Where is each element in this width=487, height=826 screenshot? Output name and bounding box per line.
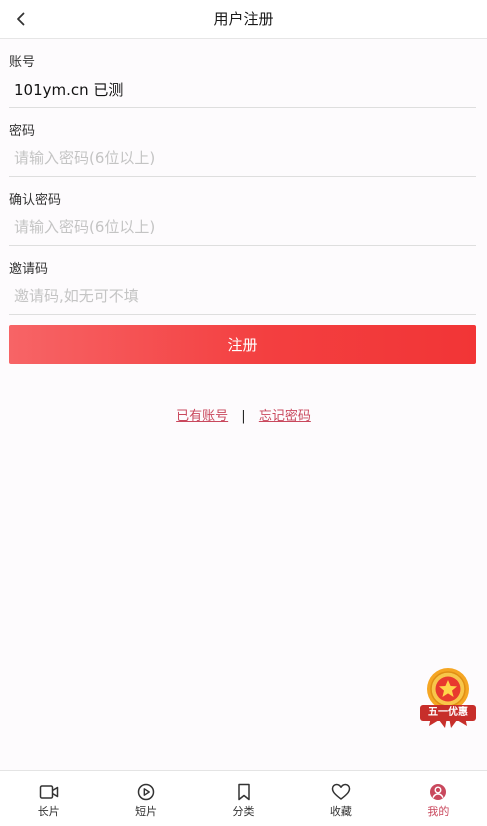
user-circle-icon: [430, 784, 447, 800]
link-separator: |: [241, 409, 246, 424]
forgot-password-link[interactable]: 忘记密码: [259, 409, 311, 424]
have-account-link[interactable]: 已有账号: [176, 409, 228, 424]
heart-icon: [331, 783, 351, 800]
tab-category[interactable]: 分类: [195, 771, 292, 826]
account-input[interactable]: [14, 76, 464, 102]
tab-label: 长片: [37, 805, 60, 818]
play-circle-icon: [137, 783, 155, 801]
promo-badge-text: 五一优惠: [420, 705, 476, 721]
tab-long-video[interactable]: 长片: [0, 771, 97, 826]
promo-badge[interactable]: 五一优惠: [419, 666, 477, 730]
invite-code-label: 邀请码: [9, 262, 49, 277]
invite-code-input[interactable]: [14, 283, 464, 309]
password-input[interactable]: [14, 145, 464, 171]
register-form: 账号 密码 确认密码 邀请码: [9, 39, 476, 315]
password-field: 密码: [9, 108, 476, 177]
password-label: 密码: [9, 124, 36, 139]
top-bar: 用户注册: [0, 0, 487, 39]
video-camera-icon: [39, 785, 58, 799]
tab-label: 短片: [135, 805, 158, 818]
invite-code-field: 邀请码: [9, 246, 476, 315]
tab-short-video[interactable]: 短片: [97, 771, 194, 826]
bookmark-icon: [237, 783, 250, 801]
tab-label: 收藏: [329, 805, 352, 818]
tab-label: 分类: [232, 805, 255, 818]
account-field: 账号: [9, 39, 476, 108]
confirm-password-field: 确认密码: [9, 177, 476, 246]
auth-links: 已有账号 | 忘记密码: [0, 405, 487, 425]
page-title: 用户注册: [213, 10, 274, 28]
bottom-tab-bar: 长片 短片 分类 收藏 我的: [0, 770, 487, 826]
confirm-password-label: 确认密码: [9, 193, 62, 208]
tab-mine[interactable]: 我的: [390, 771, 487, 826]
tab-favorites[interactable]: 收藏: [292, 771, 389, 826]
account-label: 账号: [9, 55, 36, 70]
tab-label: 我的: [427, 805, 450, 818]
register-button[interactable]: 注册: [9, 325, 476, 364]
confirm-password-input[interactable]: [14, 214, 464, 240]
